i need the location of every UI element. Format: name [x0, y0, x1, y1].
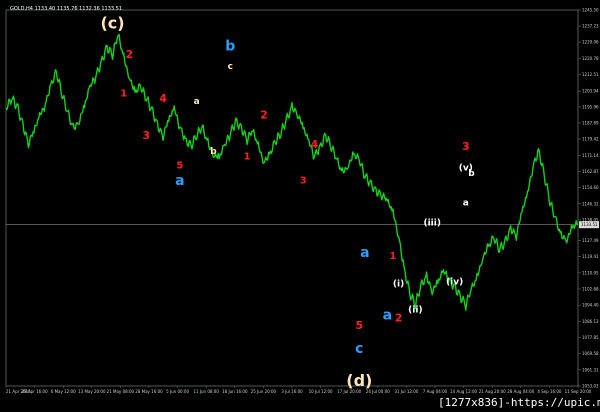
y-tick-label: 1119.41: [582, 254, 599, 259]
symbol-info: GOLD,H4 1133.40 1135.76 1132.36 1133.51: [10, 6, 122, 12]
y-tick-label: 1053.03: [582, 384, 599, 389]
y-tick-label: 1127.49: [582, 238, 599, 243]
y-tick-label: 1203.94: [582, 89, 599, 94]
x-tick-label: 4 Sep 16:00: [537, 389, 562, 394]
x-tick-label: 17 Jul 20:00: [337, 389, 361, 394]
x-tick-label: 24 Jul 00:00: [366, 389, 390, 394]
wave-label: (c): [100, 13, 124, 32]
x-tick-label: 6 May 12:00: [51, 389, 76, 394]
wave-label: 5: [355, 319, 363, 332]
wave-label: 1: [389, 251, 396, 262]
wave-label: (ii): [408, 305, 422, 315]
x-tick-label: 3 Jul 16:00: [281, 389, 303, 394]
wave-label: b: [210, 147, 217, 157]
wave-label: (iii): [423, 219, 440, 229]
y-tick-label: 1162.87: [582, 169, 599, 174]
y-tick-label: 1110.95: [582, 270, 599, 275]
y-tick-label: 1237.23: [582, 24, 599, 29]
x-tick-label: 5 Jun 00:00: [166, 389, 189, 394]
wave-label: c: [228, 62, 233, 72]
x-tick-label: 7 Aug 04:00: [423, 389, 448, 394]
wave-label: 3: [462, 140, 470, 153]
wave-label: 1: [244, 151, 251, 162]
y-tick-label: 1245.50: [582, 8, 599, 13]
x-tick-label: 29 Apr 16:00: [22, 389, 49, 394]
wave-label: 2: [126, 48, 134, 61]
wave-label: 3: [300, 175, 307, 186]
y-tick-label: 1171.14: [582, 153, 599, 158]
wave-label: 4: [311, 138, 319, 151]
wave-label: a: [175, 173, 184, 189]
y-tick-label: 1069.58: [582, 351, 599, 356]
y-tick-label: 1212.51: [582, 72, 599, 77]
x-tick-label: 13 May 20:00: [78, 389, 106, 394]
wave-label: 5: [176, 161, 183, 172]
y-tick-label: 1061.31: [582, 367, 599, 372]
wave-label: (d): [346, 371, 372, 390]
y-tick-label: 1077.85: [582, 335, 599, 340]
y-tick-label: 1146.32: [582, 201, 599, 206]
x-tick-label: 31 Jul 12:00: [394, 389, 418, 394]
wave-label: 4: [159, 92, 167, 105]
y-tick-label: 1086.13: [582, 319, 599, 324]
x-tick-label: 10 Jul 12:00: [309, 389, 333, 394]
y-tick-label: 1094.40: [582, 303, 599, 308]
y-tick-label: 1220.78: [582, 56, 599, 61]
wave-label: b: [225, 39, 235, 55]
y-tick-label: 1102.68: [582, 287, 599, 292]
x-tick-label: 25 Jun 20:00: [251, 389, 277, 394]
x-tick-label: 11 Sep 20:00: [565, 389, 592, 394]
wave-label: a: [194, 97, 200, 107]
wave-label: a: [360, 245, 369, 261]
wave-label: b: [468, 169, 475, 179]
y-tick-label: 1229.06: [582, 40, 599, 45]
x-tick-label: 14 Aug 12:00: [450, 389, 477, 394]
wave-label: a: [383, 308, 392, 324]
wave-label: 1: [120, 89, 127, 100]
image-footer: [1277x836]-https://upic.me/: [438, 396, 600, 409]
y-tick-label: 1179.42: [582, 137, 599, 142]
wave-label: c: [355, 341, 363, 357]
wave-label: 2: [395, 311, 403, 324]
y-tick-label: 1187.69: [582, 120, 599, 125]
y-tick-label: 1195.96: [582, 104, 599, 109]
wave-label: 3: [142, 129, 150, 142]
wave-label: 2: [260, 109, 268, 122]
wave-label: a: [463, 198, 469, 208]
x-tick-label: 28 Aug 04:00: [507, 389, 534, 394]
price-chart: (c)21345aabbc12345c(d)a 1(i)a 2(ii)(iii)(i…: [0, 0, 600, 412]
wave-label: (i): [393, 279, 404, 289]
wave-label: (iv): [446, 278, 463, 288]
y-tick-label: 1154.60: [582, 185, 599, 190]
bid-label: 1133.51: [581, 222, 598, 227]
x-tick-label: 11 Jun 08:00: [193, 389, 219, 394]
x-tick-label: 21 May 08:00: [107, 389, 135, 394]
x-tick-label: 21 Aug 20:00: [479, 389, 506, 394]
x-tick-label: 28 May 16:00: [135, 389, 163, 394]
x-tick-label: 18 Jun 16:00: [222, 389, 248, 394]
